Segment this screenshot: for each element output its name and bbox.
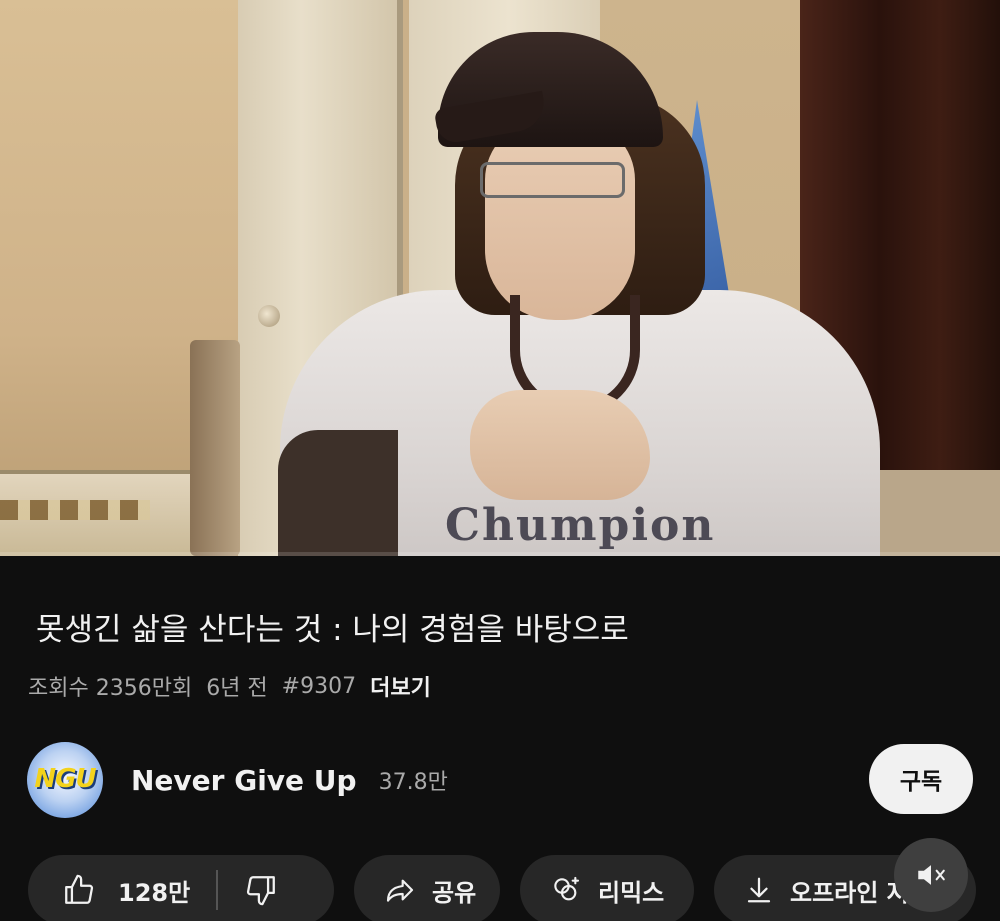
action-bar: 128만 공유 리믹스 오프라인 저 — [28, 855, 976, 921]
channel-row: NGU Never Give Up 37.8만 구독 — [27, 742, 973, 818]
video-scene-glasses — [480, 162, 625, 198]
video-scene-face — [485, 120, 635, 320]
remix-label: 리믹스 — [598, 878, 665, 907]
remix-icon — [554, 876, 580, 901]
like-divider — [216, 870, 219, 910]
subscriber-count: 37.8만 — [378, 770, 448, 795]
dislike-button[interactable] — [244, 873, 278, 907]
muted-speaker-icon — [918, 865, 945, 885]
video-scene-hand — [470, 390, 650, 500]
download-icon — [747, 877, 771, 903]
remix-button[interactable]: 리믹스 — [520, 855, 694, 921]
subscribe-button[interactable]: 구독 — [869, 744, 973, 814]
thumbs-down-icon — [247, 876, 276, 906]
upload-age: 6년 전 — [206, 676, 268, 701]
video-progress-bar[interactable] — [0, 552, 1000, 556]
thumbs-up-icon — [65, 874, 94, 904]
like-count: 128만 — [118, 878, 191, 907]
video-scene-cabinet-trim — [0, 500, 150, 520]
share-arrow-icon — [386, 879, 414, 902]
like-button[interactable]: 128만 — [62, 873, 216, 908]
video-scene-chair — [190, 340, 240, 556]
more-button[interactable]: 더보기 — [370, 670, 431, 702]
channel-name[interactable]: Never Give Up — [131, 764, 357, 797]
video-player[interactable]: Chumpion — [0, 0, 1000, 556]
avatar[interactable]: NGU — [27, 742, 103, 818]
view-count: 조회수 2356만회 — [28, 676, 193, 701]
offline-label: 오프라인 저 — [790, 878, 909, 907]
hashtag[interactable]: #9307 — [282, 674, 356, 699]
like-dislike-group: 128만 — [28, 855, 334, 921]
share-label: 공유 — [432, 878, 477, 907]
share-button[interactable]: 공유 — [354, 855, 500, 921]
avatar-logo-text: NGU — [34, 764, 96, 794]
video-scene-door-knob — [258, 305, 280, 327]
video-title[interactable]: 못생긴 삶을 산다는 것 : 나의 경험을 바탕으로 — [36, 610, 966, 650]
video-scene-window-sill — [860, 470, 1000, 556]
video-scene-shirt-logo: Chumpion — [445, 500, 716, 551]
video-scene-sleeve — [278, 430, 398, 556]
mute-button[interactable] — [894, 838, 968, 912]
video-meta[interactable]: 조회수 2356만회 6년 전 #9307 더보기 — [28, 670, 431, 702]
